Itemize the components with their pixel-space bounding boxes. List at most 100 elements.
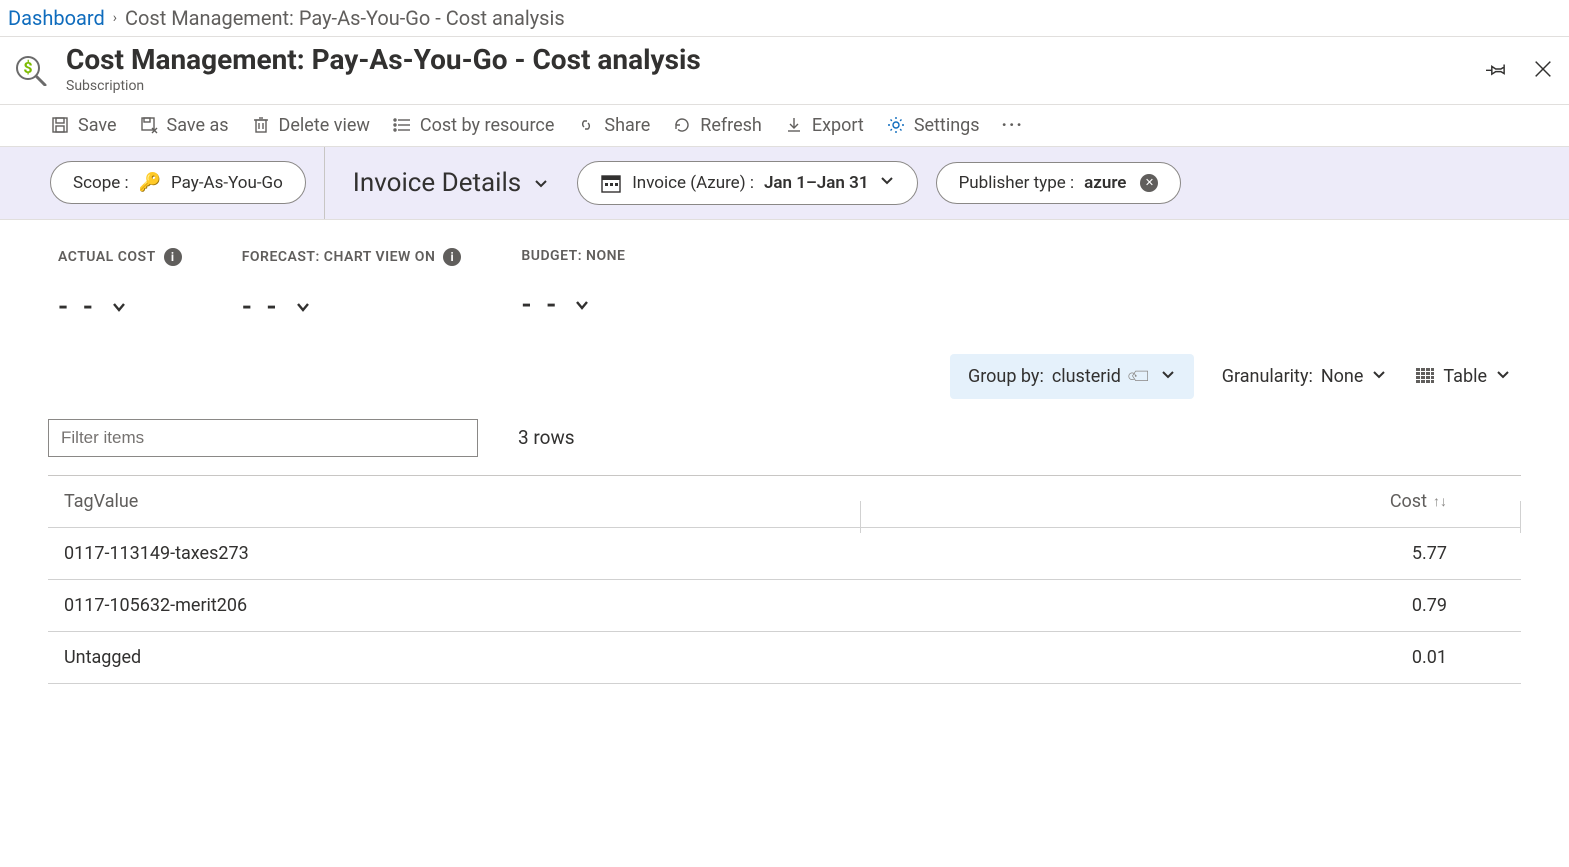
group-by-value: clusterid bbox=[1052, 366, 1121, 387]
save-button[interactable]: Save bbox=[50, 115, 117, 136]
pin-icon[interactable] bbox=[1485, 57, 1509, 81]
link-icon bbox=[576, 115, 596, 135]
save-label: Save bbox=[78, 115, 117, 136]
divider bbox=[324, 147, 325, 219]
actual-cost-label: ACTUAL COST bbox=[58, 249, 156, 265]
table-icon bbox=[1415, 366, 1435, 386]
save-as-button[interactable]: Save as bbox=[139, 115, 229, 136]
column-header-cost-label: Cost bbox=[1390, 491, 1427, 512]
chevron-right-icon: › bbox=[113, 10, 117, 26]
chevron-down-icon bbox=[574, 290, 590, 320]
settings-button[interactable]: Settings bbox=[886, 115, 980, 136]
chevron-down-icon bbox=[111, 292, 127, 322]
forecast-value-row[interactable]: - - bbox=[242, 292, 462, 322]
chevron-down-icon bbox=[1371, 366, 1387, 387]
cell-tagvalue: 0117-105632-merit206 bbox=[48, 595, 861, 616]
save-icon bbox=[50, 115, 70, 135]
filter-row: 3 rows bbox=[0, 419, 1569, 475]
svg-text:$: $ bbox=[23, 58, 32, 77]
refresh-label: Refresh bbox=[700, 115, 762, 136]
column-header-cost[interactable]: Cost ↑↓ bbox=[861, 491, 1521, 512]
save-as-icon bbox=[139, 115, 159, 135]
cell-cost: 5.77 bbox=[861, 543, 1521, 564]
budget-card: BUDGET: NONE - - bbox=[521, 248, 625, 322]
share-button[interactable]: Share bbox=[576, 115, 650, 136]
granularity-label: Granularity: bbox=[1222, 366, 1313, 387]
breadcrumb-root-link[interactable]: Dashboard bbox=[8, 6, 105, 30]
actual-cost-value-row[interactable]: - - bbox=[58, 292, 182, 322]
chevron-down-icon bbox=[533, 168, 549, 198]
cost-management-icon: $ bbox=[14, 52, 48, 86]
save-as-label: Save as bbox=[167, 115, 229, 136]
cell-cost: 0.01 bbox=[861, 647, 1521, 668]
view-mode-selector[interactable]: Table bbox=[1415, 366, 1511, 387]
view-name: Invoice Details bbox=[353, 168, 521, 198]
refresh-button[interactable]: Refresh bbox=[672, 115, 762, 136]
publisher-label: Publisher type : bbox=[959, 173, 1075, 193]
export-label: Export bbox=[812, 115, 864, 136]
info-icon[interactable]: i bbox=[164, 248, 182, 266]
tag-icon: 🏷 bbox=[1125, 361, 1156, 392]
cell-tagvalue: 0117-113149-taxes273 bbox=[48, 543, 861, 564]
share-label: Share bbox=[604, 115, 650, 136]
trash-icon bbox=[251, 115, 271, 135]
scope-value: Pay-As-You-Go bbox=[171, 173, 283, 193]
row-count: 3 rows bbox=[518, 426, 575, 449]
gear-icon bbox=[886, 115, 906, 135]
budget-label: BUDGET: NONE bbox=[521, 248, 625, 264]
export-button[interactable]: Export bbox=[784, 115, 864, 136]
view-selector[interactable]: Invoice Details bbox=[343, 168, 559, 198]
forecast-value: - - bbox=[242, 292, 281, 322]
actual-cost-card: ACTUAL COST i - - bbox=[58, 248, 182, 322]
breadcrumb: Dashboard › Cost Management: Pay-As-You-… bbox=[0, 0, 1569, 37]
publisher-type-pill[interactable]: Publisher type : azure ✕ bbox=[936, 162, 1182, 204]
info-icon[interactable]: i bbox=[443, 248, 461, 266]
scope-bar: Scope : 🔑 Pay-As-You-Go Invoice Details … bbox=[0, 147, 1569, 220]
list-icon bbox=[392, 115, 412, 135]
invoice-value: Jan 1–Jan 31 bbox=[764, 173, 869, 193]
breadcrumb-current: Cost Management: Pay-As-You-Go - Cost an… bbox=[125, 6, 565, 30]
table-footer-border bbox=[48, 683, 1521, 687]
page-subtitle: Subscription bbox=[66, 78, 1485, 94]
column-header-tagvalue[interactable]: TagValue bbox=[48, 491, 861, 512]
delete-view-label: Delete view bbox=[279, 115, 370, 136]
forecast-card: FORECAST: CHART VIEW ON i - - bbox=[242, 248, 462, 322]
invoice-pill[interactable]: Invoice (Azure) : Jan 1–Jan 31 bbox=[577, 161, 917, 205]
table-row[interactable]: Untagged 0.01 bbox=[48, 631, 1521, 683]
chevron-down-icon bbox=[1160, 366, 1176, 387]
budget-value-row[interactable]: - - bbox=[521, 290, 625, 320]
budget-value: - - bbox=[521, 290, 560, 320]
calendar-icon bbox=[600, 172, 622, 194]
scope-label: Scope : bbox=[73, 173, 129, 193]
chevron-down-icon bbox=[879, 172, 895, 193]
group-by-label: Group by: bbox=[968, 366, 1044, 387]
table-row[interactable]: 0117-113149-taxes273 5.77 bbox=[48, 527, 1521, 579]
scope-pill[interactable]: Scope : 🔑 Pay-As-You-Go bbox=[50, 161, 306, 204]
toolbar: Save Save as Delete view Cost by resourc… bbox=[0, 105, 1569, 147]
view-mode-value: Table bbox=[1443, 366, 1487, 387]
filter-input[interactable] bbox=[48, 419, 478, 457]
cost-by-resource-button[interactable]: Cost by resource bbox=[392, 115, 554, 136]
stats-row: ACTUAL COST i - - FORECAST: CHART VIEW O… bbox=[0, 220, 1569, 340]
granularity-value: None bbox=[1321, 366, 1364, 387]
page-title: Cost Management: Pay-As-You-Go - Cost an… bbox=[66, 45, 1485, 76]
sort-icon: ↑↓ bbox=[1433, 493, 1447, 510]
download-icon bbox=[784, 115, 804, 135]
invoice-label: Invoice (Azure) : bbox=[632, 173, 754, 193]
delete-view-button[interactable]: Delete view bbox=[251, 115, 370, 136]
publisher-value: azure bbox=[1084, 173, 1126, 193]
cell-cost: 0.79 bbox=[861, 595, 1521, 616]
forecast-label: FORECAST: CHART VIEW ON bbox=[242, 249, 436, 265]
close-icon[interactable] bbox=[1531, 57, 1555, 81]
remove-filter-icon[interactable]: ✕ bbox=[1140, 174, 1158, 192]
chevron-down-icon bbox=[1495, 366, 1511, 387]
granularity-selector[interactable]: Granularity: None bbox=[1222, 366, 1388, 387]
actual-cost-value: - - bbox=[58, 292, 97, 322]
more-button[interactable]: ··· bbox=[1002, 115, 1024, 136]
group-by-selector[interactable]: Group by: clusterid 🏷 bbox=[950, 354, 1194, 399]
settings-label: Settings bbox=[914, 115, 980, 136]
page-header: $ Cost Management: Pay-As-You-Go - Cost … bbox=[0, 37, 1569, 105]
controls-row: Group by: clusterid 🏷 Granularity: None … bbox=[0, 340, 1569, 419]
cell-tagvalue: Untagged bbox=[48, 647, 861, 668]
table-row[interactable]: 0117-105632-merit206 0.79 bbox=[48, 579, 1521, 631]
